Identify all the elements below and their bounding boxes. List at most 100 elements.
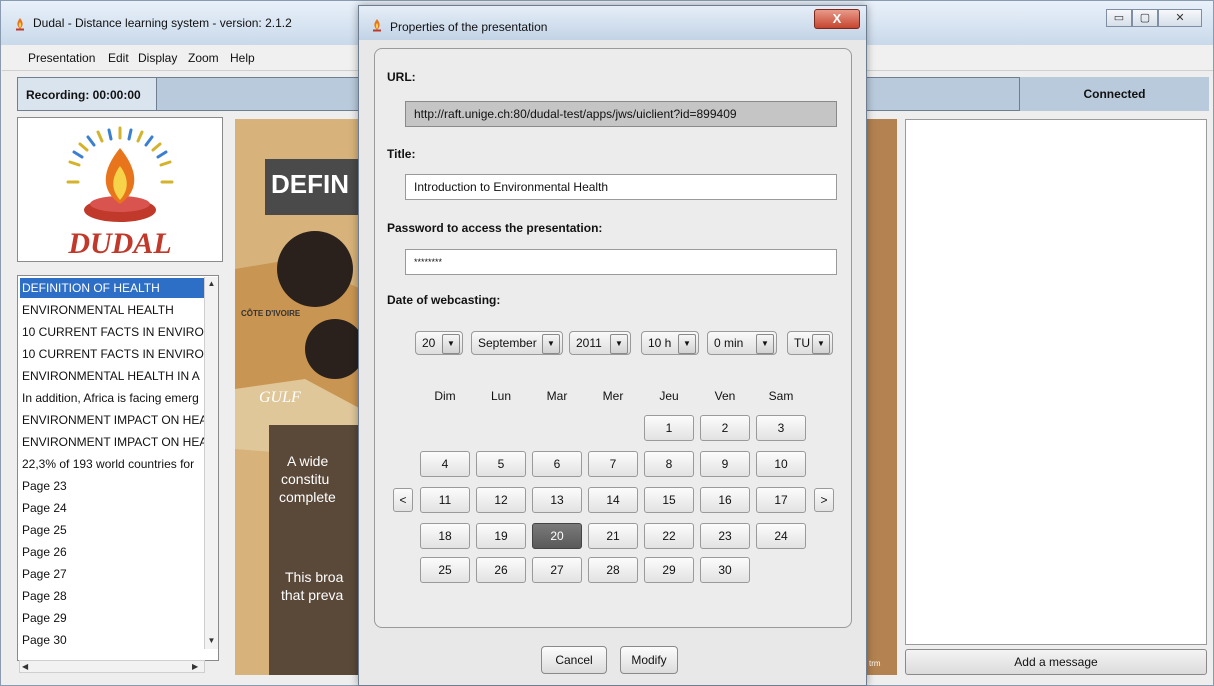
calendar-day[interactable]: 24 <box>756 523 806 549</box>
url-field[interactable]: http://raft.unige.ch:80/dudal-test/apps/… <box>405 101 837 127</box>
chevron-down-icon[interactable]: ▼ <box>678 334 696 354</box>
year-select[interactable]: 2011 ▼ <box>569 331 631 355</box>
slide-item[interactable]: ENVIRONMENTAL HEALTH IN A <box>20 366 204 386</box>
slide-list-horizontal-scrollbar[interactable]: ◀ ▶ <box>19 660 205 673</box>
weekday-header: Mar <box>546 389 568 403</box>
calendar-day[interactable]: 19 <box>476 523 526 549</box>
timezone-select[interactable]: TU ▼ <box>787 331 833 355</box>
slide-list-vertical-scrollbar[interactable]: ▲ ▼ <box>204 277 218 649</box>
chevron-down-icon[interactable]: ▼ <box>812 334 830 354</box>
slide-item[interactable]: ENVIRONMENTAL HEALTH <box>20 300 204 320</box>
password-field[interactable]: ******** <box>405 249 837 275</box>
title-label: Title: <box>387 147 416 161</box>
next-month-button[interactable]: > <box>814 488 834 512</box>
calendar-day[interactable]: 3 <box>756 415 806 441</box>
calendar-day[interactable]: 23 <box>700 523 750 549</box>
slide-list[interactable]: DEFINITION OF HEALTH ENVIRONMENTAL HEALT… <box>17 275 219 661</box>
minimize-button[interactable]: ▭ <box>1106 9 1132 27</box>
menu-presentation[interactable]: Presentation <box>28 51 95 65</box>
month-select[interactable]: September ▼ <box>471 331 563 355</box>
slide-text: complete <box>279 489 336 505</box>
weekday-header: Ven <box>714 389 736 403</box>
calendar-day[interactable]: 14 <box>588 487 638 513</box>
menu-zoom[interactable]: Zoom <box>188 51 219 65</box>
calendar-day[interactable]: 22 <box>644 523 694 549</box>
menu-help[interactable]: Help <box>230 51 255 65</box>
menu-display[interactable]: Display <box>138 51 177 65</box>
chevron-down-icon[interactable]: ▼ <box>610 334 628 354</box>
calendar-day[interactable]: 26 <box>476 557 526 583</box>
calendar-day[interactable]: 5 <box>476 451 526 477</box>
calendar-day[interactable]: 9 <box>700 451 750 477</box>
slide-item[interactable]: Page 27 <box>20 564 204 584</box>
slide-preview: DEFIN CÔTE D'IVOIRE GULF A wide constitu… <box>235 119 361 675</box>
slide-item[interactable]: Page 30 <box>20 630 204 650</box>
calendar-day[interactable]: 28 <box>588 557 638 583</box>
calendar-day[interactable]: 30 <box>700 557 750 583</box>
weekday-header: Sam <box>768 389 794 403</box>
slide-corner-text: trm <box>869 659 881 668</box>
slide-item[interactable]: ENVIRONMENT IMPACT ON HEA <box>20 410 204 430</box>
slide-item[interactable]: 22,3% of 193 world countries for <box>20 454 204 474</box>
menu-edit[interactable]: Edit <box>108 51 129 65</box>
slide-item[interactable]: Page 25 <box>20 520 204 540</box>
slide-item[interactable]: ENVIRONMENT IMPACT ON HEA <box>20 432 204 452</box>
day-select[interactable]: 20 ▼ <box>415 331 463 355</box>
add-message-button[interactable]: Add a message <box>905 649 1207 675</box>
previous-month-button[interactable]: < <box>393 488 413 512</box>
calendar-day[interactable]: 17 <box>756 487 806 513</box>
maximize-button[interactable]: ▢ <box>1132 9 1158 27</box>
timezone-select-value: TU <box>794 336 810 350</box>
chevron-down-icon[interactable]: ▼ <box>542 334 560 354</box>
calendar-day[interactable]: 15 <box>644 487 694 513</box>
chat-panel[interactable] <box>905 119 1207 645</box>
chevron-down-icon[interactable]: ▼ <box>442 334 460 354</box>
slide-item[interactable]: DEFINITION OF HEALTH <box>20 278 204 298</box>
logo-panel: DUDAL <box>17 117 223 262</box>
minute-select[interactable]: 0 min ▼ <box>707 331 777 355</box>
calendar-day[interactable]: 7 <box>588 451 638 477</box>
recording-status: Recording: 00:00:00 <box>17 77 157 111</box>
calendar-day[interactable]: 8 <box>644 451 694 477</box>
slide-item[interactable]: Page 26 <box>20 542 204 562</box>
weekday-header: Mer <box>602 389 624 403</box>
calendar-day[interactable]: 25 <box>420 557 470 583</box>
calendar-day[interactable]: 4 <box>420 451 470 477</box>
scroll-right-icon[interactable]: ▶ <box>192 661 202 672</box>
calendar-day[interactable]: 1 <box>644 415 694 441</box>
calendar-day[interactable]: 6 <box>532 451 582 477</box>
weekday-header: Jeu <box>659 389 679 403</box>
slide-item[interactable]: 10 CURRENT FACTS IN ENVIRO <box>20 344 204 364</box>
title-field[interactable]: Introduction to Environmental Health <box>405 174 837 200</box>
password-label: Password to access the presentation: <box>387 221 603 235</box>
calendar-day[interactable]: 11 <box>420 487 470 513</box>
slide-item[interactable]: In addition, Africa is facing emerg <box>20 388 204 408</box>
calendar-day[interactable]: 18 <box>420 523 470 549</box>
slide-item[interactable]: Page 24 <box>20 498 204 518</box>
slide-item[interactable]: Page 28 <box>20 586 204 606</box>
calendar-day[interactable]: 12 <box>476 487 526 513</box>
calendar-day[interactable]: 16 <box>700 487 750 513</box>
scroll-down-icon[interactable]: ▼ <box>206 635 217 647</box>
chevron-down-icon[interactable]: ▼ <box>756 334 774 354</box>
calendar-day[interactable]: 2 <box>700 415 750 441</box>
calendar-day[interactable]: 10 <box>756 451 806 477</box>
calendar-day[interactable]: 13 <box>532 487 582 513</box>
scroll-up-icon[interactable]: ▲ <box>206 278 217 290</box>
close-window-button[interactable]: ✕ <box>1158 9 1202 27</box>
calendar-day[interactable]: 27 <box>532 557 582 583</box>
logo-text: DUDAL <box>67 227 171 260</box>
dialog-title: Properties of the presentation <box>390 20 548 34</box>
cancel-button[interactable]: Cancel <box>541 646 607 674</box>
modify-button[interactable]: Modify <box>620 646 678 674</box>
scroll-left-icon[interactable]: ◀ <box>22 661 32 672</box>
calendar-day[interactable]: 21 <box>588 523 638 549</box>
hour-select[interactable]: 10 h ▼ <box>641 331 699 355</box>
dialog-close-button[interactable]: X <box>814 9 860 29</box>
slide-item[interactable]: 10 CURRENT FACTS IN ENVIRO <box>20 322 204 342</box>
calendar-day-selected[interactable]: 20 <box>532 523 582 549</box>
slide-item[interactable]: Page 23 <box>20 476 204 496</box>
slide-item[interactable]: Page 29 <box>20 608 204 628</box>
dudal-app-icon <box>373 19 381 32</box>
calendar-day[interactable]: 29 <box>644 557 694 583</box>
